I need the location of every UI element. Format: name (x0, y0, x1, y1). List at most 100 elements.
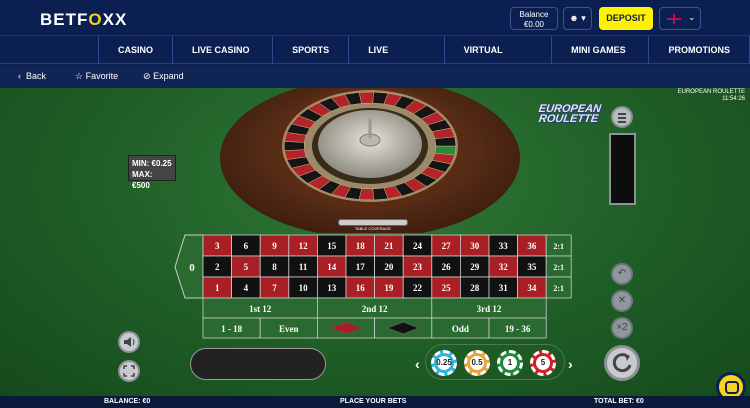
game-logo: EUROPEAN ROULETTE (537, 103, 602, 125)
game-title: EUROPEAN ROULETTE (677, 89, 745, 95)
number-label: 35 (527, 262, 537, 272)
number-label: 33 (499, 241, 509, 251)
game-info: EUROPEAN ROULETTE 11:54:26 (650, 89, 745, 103)
uk-flag-icon (667, 14, 681, 24)
top-bar: BETFOXX Balance €0.00 ☻ ▾ DEPOSIT ⌄ (0, 0, 750, 36)
balance-value: €0.00 (523, 20, 545, 29)
speaker-icon (124, 337, 135, 347)
footer-status: PLACE YOUR BETS (340, 398, 407, 405)
nav-item-3[interactable]: LIVE SPORTS (348, 36, 443, 83)
number-label: 17 (356, 262, 366, 272)
racetrack-bets[interactable] (190, 348, 326, 380)
language-selector[interactable]: ⌄ (659, 7, 701, 30)
undo-button[interactable]: ↶ (611, 263, 633, 285)
min-bet-label: MIN: €0.25 (132, 159, 172, 168)
column-bet-label: 2:1 (553, 263, 564, 272)
outside-bet-label: 1 - 18 (221, 324, 242, 334)
outside-bet-label: Even (279, 324, 299, 334)
number-label: 11 (299, 262, 308, 272)
expand-button[interactable]: ⊘ Expand (143, 65, 184, 88)
dozen-label: 3rd 12 (477, 304, 502, 314)
chip-value: 1 (507, 358, 513, 367)
results-history-panel (609, 133, 636, 205)
sound-button[interactable] (118, 331, 140, 353)
number-label: 29 (470, 262, 480, 272)
number-label: 22 (413, 283, 423, 293)
number-label: 6 (244, 241, 249, 251)
footer-total-bet: TOTAL BET: €0 (594, 398, 644, 405)
number-label: 18 (356, 241, 366, 251)
outside-bet-label: 19 - 36 (505, 324, 531, 334)
chip-value: 0.25 (436, 358, 452, 367)
column-bet-label: 2:1 (553, 284, 564, 293)
number-label: 2 (215, 262, 220, 272)
nav-item-5[interactable]: MINI GAMES ▾ (551, 36, 648, 83)
double-icon: ×2 (616, 322, 628, 333)
site-logo[interactable]: BETFOXX (40, 10, 127, 30)
chip-5[interactable]: 5 (530, 350, 556, 376)
chevron-down-icon: ▾ (581, 13, 586, 23)
wheel-pocket (284, 141, 305, 151)
chip-0.5[interactable]: 0.5 (464, 350, 490, 376)
expand-icon: ⊘ (143, 71, 151, 81)
game-clock: 11:54:26 (722, 96, 745, 102)
number-label: 8 (272, 262, 277, 272)
wheel-pocket (434, 136, 457, 147)
balance-label: Balance (519, 10, 549, 19)
number-label: 34 (527, 283, 537, 293)
deposit-button[interactable]: DEPOSIT (599, 7, 653, 30)
number-label: 1 (215, 283, 220, 293)
balance-display[interactable]: Balance €0.00 (510, 7, 558, 30)
number-label: 7 (272, 283, 277, 293)
close-icon: ✕ (617, 295, 627, 306)
number-label: 26 (442, 262, 452, 272)
max-bet-label: MAX: €500 (132, 170, 153, 190)
roulette-wheel (220, 88, 520, 233)
number-label: 10 (299, 283, 309, 293)
nav-item-6[interactable]: PROMOTIONS (648, 36, 750, 64)
number-label: 9 (272, 241, 277, 251)
undo-icon: ↶ (617, 268, 627, 279)
nav-item-4[interactable]: VIRTUAL SPORT (443, 36, 552, 83)
game-menu-button[interactable] (611, 106, 633, 128)
fullscreen-icon (123, 365, 135, 377)
clear-bets-button[interactable]: ✕ (611, 290, 633, 312)
number-label: 28 (470, 283, 480, 293)
nav-item-1[interactable]: LIVE CASINO ▾ (172, 36, 272, 83)
bet-limits: MIN: €0.25 MAX: €500 (128, 155, 176, 190)
chip-0.25[interactable]: 0.25 (431, 350, 457, 376)
double-bet-button[interactable]: ×2 (611, 317, 633, 339)
spin-icon (612, 353, 632, 373)
number-label: 25 (442, 283, 452, 293)
column-bet-label: 2:1 (553, 242, 564, 251)
chevron-left-icon: ‹ (18, 71, 21, 81)
back-button[interactable]: ‹ Back (18, 65, 46, 88)
fullscreen-button[interactable] (118, 360, 140, 382)
spin-button[interactable] (604, 345, 640, 381)
sub-nav: ‹ Back ☆ Favorite ⊘ Expand (0, 65, 750, 88)
nav-item-2[interactable]: SPORTS (272, 36, 348, 64)
user-menu-button[interactable]: ☻ ▾ (563, 7, 592, 30)
number-label: 30 (470, 241, 480, 251)
wheel-pocket (358, 91, 374, 104)
number-label: 19 (384, 283, 394, 293)
number-label: 13 (327, 283, 337, 293)
chip-1[interactable]: 1 (497, 350, 523, 376)
table-coverage-bar (338, 219, 408, 226)
number-label: 24 (413, 241, 423, 251)
betting-table: 03 6 9 12 15 18 21 24 27 30 33 36 2:12 5 8 11 14 17 20 23 26… (174, 234, 572, 339)
favorite-button[interactable]: ☆ Favorite (75, 65, 118, 88)
user-icon: ☻ (569, 13, 579, 23)
star-icon: ☆ (75, 71, 84, 81)
number-label: 27 (442, 241, 452, 251)
chevron-right-icon[interactable]: › (568, 356, 573, 372)
outside-bet-label: Odd (452, 324, 469, 334)
footer-balance: BALANCE: €0 (104, 398, 151, 405)
chip-value: 5 (540, 358, 546, 367)
chevron-left-icon[interactable]: ‹ (415, 356, 420, 372)
number-label: 3 (215, 241, 220, 251)
nav-item-0[interactable]: CASINO (98, 36, 172, 64)
number-label: 23 (413, 262, 423, 272)
dozen-label: 1st 12 (249, 304, 272, 314)
number-label: 5 (244, 262, 249, 272)
